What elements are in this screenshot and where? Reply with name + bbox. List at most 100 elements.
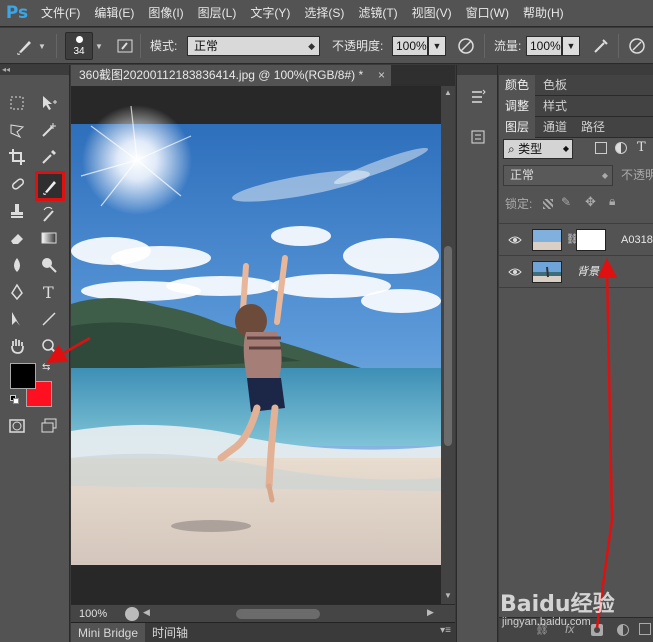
panel-collapse-icon[interactable] <box>457 65 497 75</box>
scrollbar-thumb[interactable] <box>444 246 452 446</box>
opacity-label: 不透明度: <box>332 39 384 53</box>
opacity-dropdown-button[interactable]: ▼ <box>428 36 446 56</box>
layer-row[interactable]: ⛓ A0318 <box>499 224 653 256</box>
vertical-scrollbar[interactable]: ▲ ▼ <box>441 86 455 604</box>
menu-image[interactable]: 图像(I) <box>141 0 190 27</box>
chevron-down-icon[interactable]: ▼ <box>38 42 46 51</box>
brush-panel-icon[interactable] <box>114 35 136 57</box>
divider <box>56 34 57 58</box>
menu-help[interactable]: 帮助(H) <box>516 0 571 27</box>
dodge-tool-icon[interactable] <box>37 254 61 276</box>
document-image[interactable] <box>71 86 441 604</box>
pressure-size-icon[interactable] <box>626 35 648 57</box>
tab-layers[interactable]: 图层 <box>499 117 536 138</box>
properties-panel-icon[interactable] <box>465 125 491 149</box>
layer-filter-dropdown[interactable]: ⌕ 类型 ◆ <box>503 139 573 159</box>
layer-thumbnail[interactable] <box>532 261 562 283</box>
history-brush-tool-icon[interactable] <box>37 204 61 226</box>
canvas-area[interactable] <box>71 86 441 604</box>
flow-input[interactable]: 100% <box>526 36 562 56</box>
menu-edit[interactable]: 编辑(E) <box>87 0 141 27</box>
menu-type[interactable]: 文字(Y) <box>243 0 297 27</box>
pen-tool-icon[interactable] <box>5 281 29 303</box>
lock-position-icon[interactable]: ✥ <box>585 194 596 210</box>
blend-mode-dropdown[interactable]: 正常 ◆ <box>503 165 613 186</box>
pressure-opacity-icon[interactable] <box>455 35 477 57</box>
eye-icon[interactable] <box>507 264 523 280</box>
status-info-icon[interactable] <box>125 607 139 621</box>
layer-thumbnail[interactable] <box>532 229 562 251</box>
color-panel-tabs: 颜色 色板 <box>499 75 653 96</box>
bottom-panel-tabs: Mini Bridge 时间轴 ▾≡ <box>71 622 455 642</box>
eye-icon[interactable] <box>507 232 523 248</box>
gradient-tool-icon[interactable] <box>37 227 61 249</box>
updown-icon: ◆ <box>601 171 608 180</box>
brush-size-picker[interactable]: 34 <box>65 32 93 60</box>
horizontal-scrollbar-thumb[interactable] <box>236 609 320 619</box>
menu-view[interactable]: 视图(V) <box>405 0 459 27</box>
filter-pixel-icon[interactable] <box>595 142 607 154</box>
panel-menu-icon[interactable]: ▾≡ <box>440 625 451 636</box>
path-selection-tool-icon[interactable] <box>5 308 29 330</box>
scroll-up-icon[interactable]: ▲ <box>441 88 455 97</box>
zoom-level[interactable]: 100% <box>79 605 107 623</box>
filter-type-icon[interactable]: T <box>637 140 646 155</box>
crop-tool-icon[interactable] <box>5 146 29 168</box>
lock-all-icon[interactable]: 🔒︎ <box>609 194 615 209</box>
brush-tool-icon[interactable] <box>35 171 65 201</box>
layer-row[interactable]: 背景 <box>499 256 653 288</box>
tab-color[interactable]: 颜色 <box>499 75 536 96</box>
filter-adjustment-icon[interactable] <box>615 142 627 154</box>
airbrush-icon[interactable] <box>590 35 612 57</box>
hand-tool-icon[interactable] <box>5 335 29 357</box>
scroll-right-icon[interactable]: ▶ <box>427 607 434 618</box>
lock-transparent-icon[interactable] <box>543 199 553 209</box>
menu-file[interactable]: 文件(F) <box>34 0 87 27</box>
menu-window[interactable]: 窗口(W) <box>459 0 516 27</box>
watermark-text: Baidu经验 <box>500 592 615 617</box>
close-icon[interactable]: × <box>378 65 385 86</box>
flow-dropdown-button[interactable]: ▼ <box>562 36 580 56</box>
eyedropper-tool-icon[interactable] <box>37 146 61 168</box>
marquee-tool-icon[interactable] <box>5 92 29 114</box>
line-tool-icon[interactable] <box>37 308 61 330</box>
healing-brush-tool-icon[interactable] <box>5 173 29 195</box>
tab-styles[interactable]: 样式 <box>537 96 573 117</box>
panel-collapse-icon[interactable] <box>499 65 653 75</box>
menu-select[interactable]: 选择(S) <box>297 0 351 27</box>
zoom-tool-icon[interactable] <box>37 335 61 357</box>
panel-collapse-icon[interactable]: ◂◂ <box>0 65 69 75</box>
tab-paths[interactable]: 路径 <box>575 117 611 138</box>
layer-name[interactable]: 背景 <box>577 256 599 288</box>
history-panel-icon[interactable] <box>465 85 491 109</box>
tab-mini-bridge[interactable]: Mini Bridge <box>71 623 146 642</box>
scroll-down-icon[interactable]: ▼ <box>441 591 455 600</box>
clone-stamp-tool-icon[interactable] <box>5 200 29 222</box>
tab-adjustments[interactable]: 调整 <box>499 96 536 117</box>
menu-layer[interactable]: 图层(L) <box>191 0 244 27</box>
tab-channels[interactable]: 通道 <box>537 117 573 138</box>
tab-timeline[interactable]: 时间轴 <box>145 623 195 642</box>
type-tool-icon[interactable]: T <box>37 281 61 303</box>
default-colors-icon[interactable] <box>10 395 20 405</box>
move-tool-icon[interactable] <box>37 92 61 114</box>
mode-dropdown[interactable]: 正常 ◆ <box>187 36 320 56</box>
layer-mask-thumbnail[interactable] <box>576 229 606 251</box>
document-tab[interactable]: 360截图20200112183836414.jpg @ 100%(RGB/8#… <box>71 65 391 86</box>
chevron-down-icon[interactable]: ▼ <box>95 42 103 51</box>
magic-wand-tool-icon[interactable] <box>37 119 61 141</box>
lasso-tool-icon[interactable] <box>5 119 29 141</box>
eraser-tool-icon[interactable] <box>5 227 29 249</box>
screen-mode-icon[interactable] <box>37 415 61 437</box>
scroll-left-icon[interactable]: ◀ <box>143 607 150 618</box>
lock-image-icon[interactable]: ✎ <box>561 195 571 209</box>
quick-mask-icon[interactable] <box>5 415 29 437</box>
menu-filter[interactable]: 滤镜(T) <box>351 0 404 27</box>
opacity-input[interactable]: 100% <box>392 36 428 56</box>
layer-name[interactable]: A0318 <box>621 224 653 256</box>
tab-swatches[interactable]: 色板 <box>537 75 573 96</box>
brush-preset-icon[interactable] <box>14 35 36 57</box>
foreground-color-top[interactable] <box>10 363 36 389</box>
swap-colors-icon[interactable]: ⇆ <box>42 362 50 373</box>
blur-tool-icon[interactable] <box>5 254 29 276</box>
